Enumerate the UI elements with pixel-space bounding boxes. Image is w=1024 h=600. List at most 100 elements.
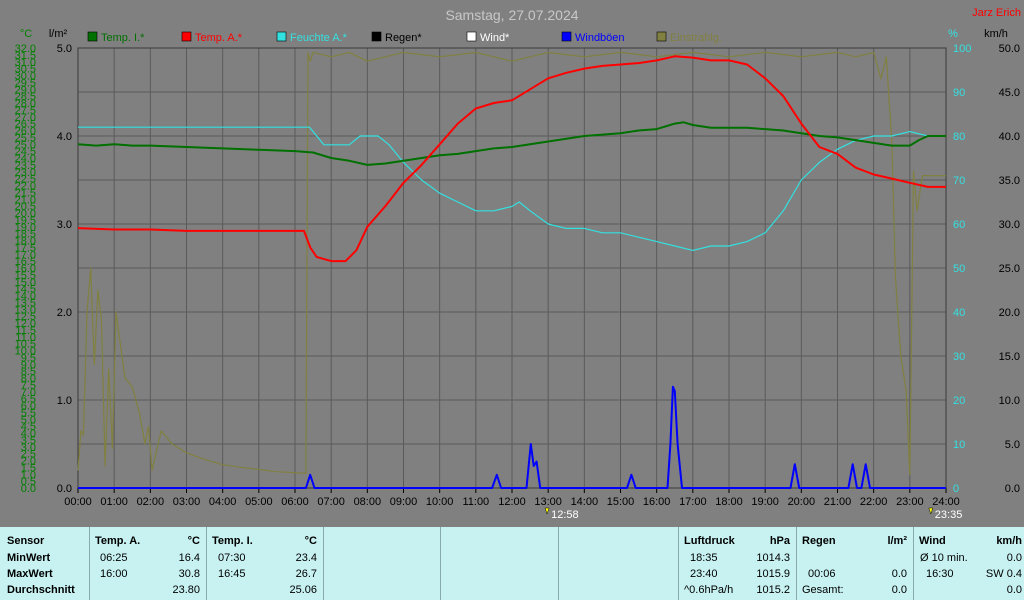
temp-a-max-time: 16:00 bbox=[100, 568, 128, 580]
pressure-current-value: 1015.2 bbox=[756, 584, 790, 596]
time-tick-label: 06:00 bbox=[281, 496, 309, 508]
chart-title: Samstag, 27.07.2024 bbox=[445, 7, 578, 23]
weather-chart: Samstag, 27.07.2024 Jarz Erich °C l/m² %… bbox=[0, 0, 1024, 527]
legend-label: Windböen bbox=[575, 32, 625, 44]
time-tick-label: 05:00 bbox=[245, 496, 273, 508]
rain-total-label: Gesamt: bbox=[802, 584, 844, 596]
wind-tick-label: 10.0 bbox=[999, 395, 1020, 407]
wind-tick-label: 35.0 bbox=[999, 175, 1020, 187]
time-tick-label: 14:00 bbox=[571, 496, 599, 508]
wind-avg-value: 0.0 bbox=[1006, 552, 1022, 564]
col-divider bbox=[206, 527, 207, 600]
temp-tick-label: 32.0 bbox=[15, 43, 36, 55]
wind-tick-label: 25.0 bbox=[999, 263, 1020, 275]
wind-tick-label: 0.0 bbox=[1005, 483, 1020, 495]
wind-header: Wind bbox=[919, 535, 946, 547]
humidity-tick-label: 50 bbox=[953, 263, 965, 275]
col-divider bbox=[440, 527, 441, 600]
time-tick-label: 10:00 bbox=[426, 496, 454, 508]
time-tick-label: 09:00 bbox=[390, 496, 418, 508]
rain-unit-label: l/m² bbox=[49, 28, 68, 40]
rain-max-value: 0.0 bbox=[891, 568, 907, 580]
time-tick-label: 07:00 bbox=[317, 496, 345, 508]
row-label-min: MinWert bbox=[7, 552, 51, 564]
humidity-tick-label: 80 bbox=[953, 131, 965, 143]
wind-unit-label: km/h bbox=[984, 28, 1008, 40]
temp-i-min-time: 07:30 bbox=[218, 552, 246, 564]
legend-label: Regen* bbox=[385, 32, 422, 44]
legend-label: Wind* bbox=[480, 32, 510, 44]
temp-a-header: Temp. A. bbox=[95, 535, 141, 547]
rain-tick-label: 5.0 bbox=[57, 43, 72, 55]
time-tick-label: 20:00 bbox=[788, 496, 816, 508]
pressure-min-value: 1014.3 bbox=[756, 552, 790, 564]
rain-tick-label: 4.0 bbox=[57, 131, 72, 143]
wind-tick-label: 15.0 bbox=[999, 351, 1020, 363]
time-tick-label: 23:00 bbox=[896, 496, 924, 508]
rain-tick-label: 1.0 bbox=[57, 395, 72, 407]
author-label: Jarz Erich bbox=[972, 7, 1021, 19]
wind-current-value: 0.0 bbox=[1006, 584, 1022, 596]
legend-swatch bbox=[656, 31, 667, 42]
pressure-max-value: 1015.9 bbox=[756, 568, 790, 580]
humidity-tick-label: 10 bbox=[953, 439, 965, 451]
time-tick-label: 04:00 bbox=[209, 496, 237, 508]
temp-i-header: Temp. I. bbox=[212, 535, 253, 547]
pressure-header: Luftdruck bbox=[684, 535, 735, 547]
pressure-max-time: 23:40 bbox=[690, 568, 718, 580]
rain-total-value: 0.0 bbox=[891, 584, 907, 596]
humidity-tick-label: 20 bbox=[953, 395, 965, 407]
legend-label: Feuchte A.* bbox=[290, 32, 348, 44]
rain-tick-label: 3.0 bbox=[57, 219, 72, 231]
rain-header: Regen bbox=[802, 535, 836, 547]
time-tick-label: 02:00 bbox=[137, 496, 165, 508]
temp-i-unit: °C bbox=[304, 535, 317, 547]
legend-label: Temp. I.* bbox=[101, 32, 145, 44]
rain-unit: l/m² bbox=[887, 535, 907, 547]
wind-tick-label: 40.0 bbox=[999, 131, 1020, 143]
legend-swatch bbox=[181, 31, 192, 42]
wind-avg-label: Ø 10 min. bbox=[920, 552, 968, 564]
time-tick-label: 21:00 bbox=[824, 496, 852, 508]
time-tick-label: 12:00 bbox=[498, 496, 526, 508]
wind-max-value: SW 0.4 bbox=[985, 568, 1022, 580]
time-tick-label: 24:00 bbox=[932, 496, 960, 508]
col-divider bbox=[796, 527, 797, 600]
humidity-tick-label: 0 bbox=[953, 483, 959, 495]
time-tick-label: 01:00 bbox=[100, 496, 128, 508]
temp-i-max-value: 26.7 bbox=[295, 568, 317, 580]
temp-a-min-time: 06:25 bbox=[100, 552, 128, 564]
wind-tick-label: 50.0 bbox=[999, 43, 1020, 55]
col-divider bbox=[913, 527, 914, 600]
time-tick-label: 00:00 bbox=[64, 496, 92, 508]
col-divider bbox=[323, 527, 324, 600]
temp-i-max-time: 16:45 bbox=[218, 568, 246, 580]
row-label-max: MaxWert bbox=[7, 568, 53, 580]
wind-unit: km/h bbox=[996, 535, 1022, 547]
temp-a-min-value: 16.4 bbox=[178, 552, 200, 564]
wind-tick-label: 45.0 bbox=[999, 87, 1020, 99]
temp-a-avg-value: 23.80 bbox=[172, 584, 200, 596]
stats-table: Sensor MinWert MaxWert Durchschnitt Temp… bbox=[0, 527, 1024, 600]
pressure-unit: hPa bbox=[769, 535, 790, 547]
col-divider bbox=[558, 527, 559, 600]
col-divider bbox=[678, 527, 679, 600]
time-tick-label: 18:00 bbox=[715, 496, 743, 508]
time-tick-label: 22:00 bbox=[860, 496, 888, 508]
legend-swatch bbox=[276, 31, 287, 42]
temp-a-unit: °C bbox=[187, 535, 200, 547]
rain-tick-label: 0.0 bbox=[57, 483, 72, 495]
time-tick-label: 13:00 bbox=[534, 496, 562, 508]
humidity-tick-label: 70 bbox=[953, 175, 965, 187]
pressure-min-time: 18:35 bbox=[690, 552, 718, 564]
legend-swatch bbox=[561, 31, 572, 42]
humidity-tick-label: 90 bbox=[953, 87, 965, 99]
time-tick-label: 19:00 bbox=[751, 496, 779, 508]
time-tick-label: 17:00 bbox=[679, 496, 707, 508]
temp-unit-label: °C bbox=[20, 28, 32, 40]
time-tick-label: 08:00 bbox=[354, 496, 382, 508]
temp-i-avg-value: 25.06 bbox=[289, 584, 317, 596]
wind-tick-label: 20.0 bbox=[999, 307, 1020, 319]
humidity-tick-label: 60 bbox=[953, 219, 965, 231]
time-tick-label: 16:00 bbox=[643, 496, 671, 508]
